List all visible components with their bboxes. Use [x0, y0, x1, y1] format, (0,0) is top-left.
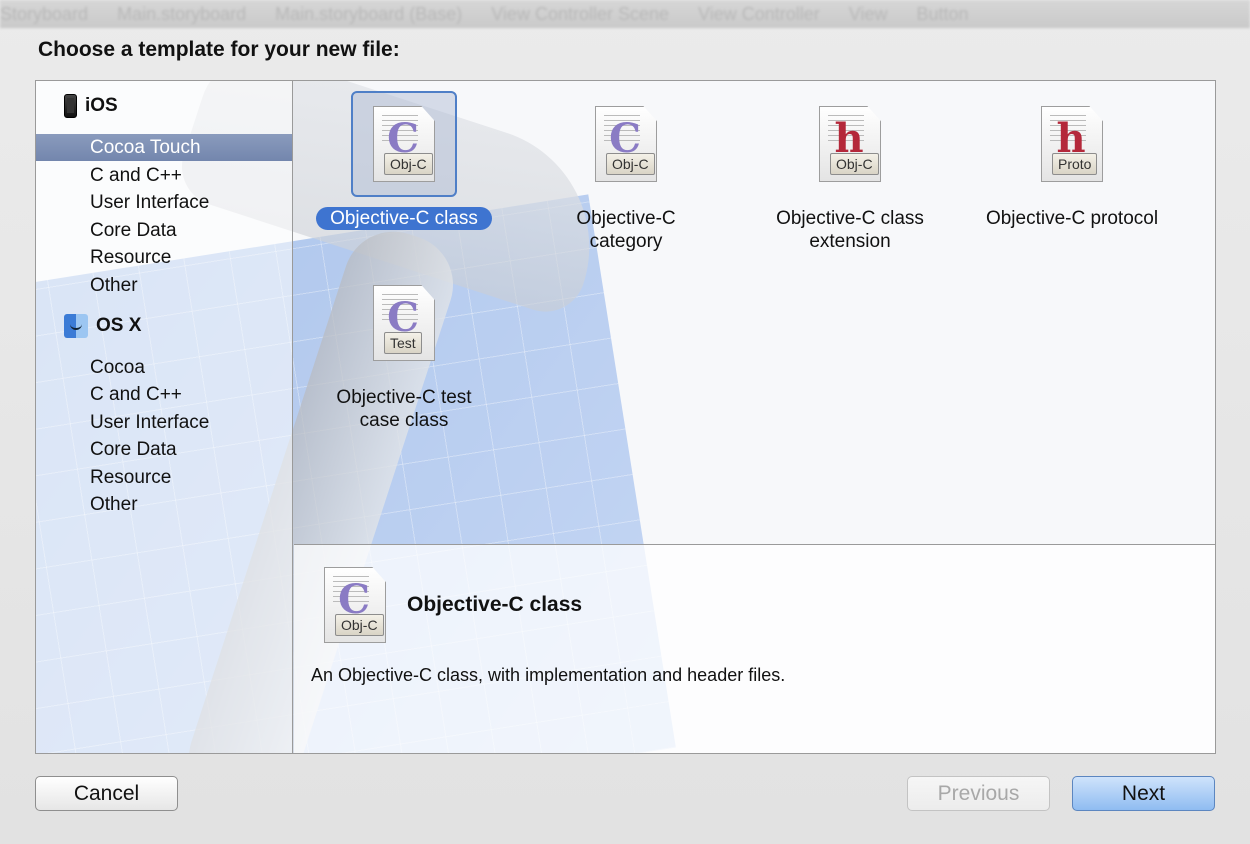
sidebar-item-label: User Interface — [90, 192, 210, 213]
sidebar-item-label: Core Data — [90, 220, 177, 241]
sidebar-item-label: Resource — [90, 467, 172, 488]
section-label: iOS — [85, 95, 118, 116]
sidebar-item-osx-core-data[interactable]: Core Data — [36, 436, 292, 463]
background-item: View Controller — [698, 4, 820, 24]
sidebar-item-label: User Interface — [90, 412, 210, 433]
template-label: Objective-C class — [294, 207, 514, 230]
sidebar-item-label: Resource — [90, 247, 172, 268]
sidebar-item-label: Other — [90, 275, 138, 296]
sidebar-item-osx-other[interactable]: Other — [36, 491, 292, 518]
sidebar-item-label: C and C++ — [90, 165, 182, 186]
template-label: Objective-C category — [576, 208, 676, 252]
sidebar-section-osx: OS X — [64, 313, 141, 339]
sidebar-item-label: Core Data — [90, 439, 177, 460]
previous-button[interactable]: Previous — [907, 776, 1050, 811]
sidebar-item-ios-c-and-cpp[interactable]: C and C++ — [36, 162, 292, 189]
background-item: Main.storyboard — [117, 4, 247, 24]
objc-file-icon: C Obj-C — [595, 106, 657, 182]
iphone-icon — [64, 94, 77, 118]
file-badge: Obj-C — [384, 153, 433, 175]
background-item: Storyboard — [0, 4, 89, 24]
sidebar-item-ios-other[interactable]: Other — [36, 272, 292, 299]
objc-file-icon: C Obj-C — [373, 106, 435, 182]
file-badge: Obj-C — [830, 153, 879, 175]
dialog-title: Choose a template for your new file: — [38, 38, 400, 61]
sidebar-item-label: Cocoa Touch — [90, 137, 201, 158]
template-chooser-panel: iOS Cocoa Touch C and C++ User Interface… — [35, 80, 1216, 754]
template-objective-c-test-case-class[interactable]: C Test Objective-C test case class — [294, 270, 514, 432]
template-icon-frame: C Obj-C — [351, 91, 457, 197]
background-item: View — [848, 4, 888, 24]
template-objective-c-protocol[interactable]: h Proto Objective-C protocol — [962, 91, 1182, 230]
template-description-pane: C Obj-C Objective-C class An Objective-C… — [294, 544, 1215, 753]
platform-sidebar: iOS Cocoa Touch C and C++ User Interface… — [36, 81, 293, 753]
sidebar-item-label: Cocoa — [90, 357, 145, 378]
cancel-button[interactable]: Cancel — [35, 776, 178, 811]
template-label: Objective-C protocol — [985, 208, 1159, 229]
background-item: Main.storyboard (Base) — [275, 4, 463, 24]
template-objective-c-class-extension[interactable]: h Obj-C Objective-C class extension — [740, 91, 960, 253]
template-objective-c-class[interactable]: C Obj-C Objective-C class — [294, 91, 514, 230]
background-item: View Controller Scene — [491, 4, 670, 24]
file-badge: Test — [384, 332, 422, 354]
sidebar-item-osx-user-interface[interactable]: User Interface — [36, 409, 292, 436]
protocol-file-icon: h Proto — [1041, 106, 1103, 182]
description-title: Objective-C class — [407, 593, 583, 616]
sidebar-item-osx-resource[interactable]: Resource — [36, 464, 292, 491]
sidebar-item-osx-c-and-cpp[interactable]: C and C++ — [36, 381, 292, 408]
sidebar-item-ios-user-interface[interactable]: User Interface — [36, 189, 292, 216]
sidebar-item-label: C and C++ — [90, 384, 182, 405]
template-icon-frame: C Obj-C — [573, 91, 679, 197]
file-badge: Proto — [1052, 153, 1098, 175]
template-icon-frame: C Test — [351, 270, 457, 376]
objc-file-icon: C Obj-C — [324, 567, 386, 643]
template-grid: C Obj-C Objective-C class C Obj-C Object… — [294, 81, 1215, 544]
description-text: An Objective-C class, with implementatio… — [311, 665, 786, 685]
background-item: Button — [916, 4, 969, 24]
next-button[interactable]: Next — [1072, 776, 1215, 811]
sidebar-item-osx-cocoa[interactable]: Cocoa — [36, 354, 292, 381]
finder-icon — [64, 314, 88, 338]
template-label: Objective-C class extension — [776, 208, 924, 252]
header-file-icon: h Obj-C — [819, 106, 881, 182]
background-window-bar: Storyboard Main.storyboard Main.storyboa… — [0, 0, 1250, 28]
template-icon-frame: h Proto — [1019, 91, 1125, 197]
sidebar-item-label: Other — [90, 494, 138, 515]
file-badge: Obj-C — [335, 614, 384, 636]
template-icon-frame: h Obj-C — [797, 91, 903, 197]
file-badge: Obj-C — [606, 153, 655, 175]
sidebar-item-ios-core-data[interactable]: Core Data — [36, 217, 292, 244]
sidebar-item-ios-resource[interactable]: Resource — [36, 244, 292, 271]
template-label: Objective-C test case class — [336, 387, 472, 431]
sidebar-item-ios-cocoa-touch[interactable]: Cocoa Touch — [36, 134, 292, 161]
sidebar-section-ios: iOS — [64, 93, 118, 119]
template-objective-c-category[interactable]: C Obj-C Objective-C category — [516, 91, 736, 253]
section-label: OS X — [96, 315, 142, 336]
test-file-icon: C Test — [373, 285, 435, 361]
